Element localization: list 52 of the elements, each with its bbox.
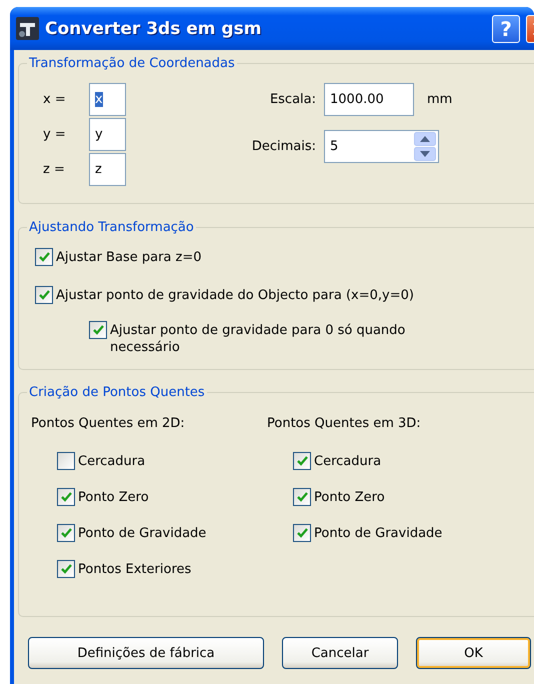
check-icon [60, 564, 72, 574]
checkbox-label: Cercadura [314, 453, 382, 470]
spin-buttons[interactable] [414, 132, 436, 161]
checkbox-label: Ajustar ponto de gravidade do Objecto para (x=0,y=0) [56, 287, 414, 304]
checkbox-label: Ponto Zero [314, 489, 385, 506]
checkbox[interactable] [293, 524, 311, 542]
scale-label: Escala: [268, 92, 316, 107]
check-icon [60, 492, 72, 502]
scale-field[interactable]: 1000.00 [324, 83, 414, 116]
check-icon [92, 325, 104, 335]
check-icon [60, 528, 72, 538]
check-icon [38, 252, 50, 262]
checkbox-label: Ponto de Gravidade [78, 525, 206, 542]
checkbox[interactable] [35, 248, 53, 266]
checkbox-label: Cercadura [78, 453, 146, 470]
check-icon [296, 528, 308, 538]
checkbox-label: Ponto de Gravidade [314, 525, 442, 542]
dialog-button[interactable]: Cancelar [282, 637, 398, 669]
axis-label: z = [43, 162, 66, 177]
checkbox[interactable] [293, 488, 311, 506]
column-heading: Pontos Quentes em 2D: [31, 416, 186, 431]
checkbox[interactable] [57, 524, 75, 542]
checkbox[interactable] [89, 321, 107, 339]
column-heading: Pontos Quentes em 3D: [267, 416, 422, 431]
group-title: Criação de Pontos Quentes [28, 385, 206, 400]
unit-label: mm [427, 92, 452, 107]
check-icon [38, 290, 50, 300]
group-title: Ajustando Transformação [28, 220, 195, 235]
checkbox-label: Ponto Zero [78, 489, 149, 506]
axis-field[interactable]: x [89, 83, 126, 116]
dialog-button[interactable]: Definições de fábrica [28, 637, 264, 669]
checkbox-label: Ajustar ponto de gravidade para 0 só quando necessário [110, 322, 406, 356]
axis-label: y = [43, 127, 67, 142]
check-icon [296, 456, 308, 466]
group-title: Transformação de Coordenadas [28, 56, 236, 71]
help-button[interactable]: ? [492, 14, 520, 42]
axis-field[interactable]: z [89, 153, 126, 186]
decimals-field[interactable]: 5 [324, 130, 439, 163]
checkbox[interactable] [293, 452, 311, 470]
axis-field[interactable]: y [89, 118, 126, 151]
checkbox-label: Ajustar Base para z=0 [56, 249, 202, 266]
checkbox[interactable] [57, 560, 75, 578]
checkbox[interactable] [57, 452, 75, 470]
checkbox[interactable] [35, 286, 53, 304]
decimals-label: Decimais: [250, 139, 316, 154]
app-icon [16, 17, 39, 40]
checkbox[interactable] [57, 488, 75, 506]
dialog-button[interactable]: OK [416, 637, 531, 669]
checkbox-label: Pontos Exteriores [78, 561, 192, 578]
check-icon [296, 492, 308, 502]
axis-label: x = [43, 92, 67, 107]
window-title: Converter 3ds em gsm [45, 18, 262, 38]
